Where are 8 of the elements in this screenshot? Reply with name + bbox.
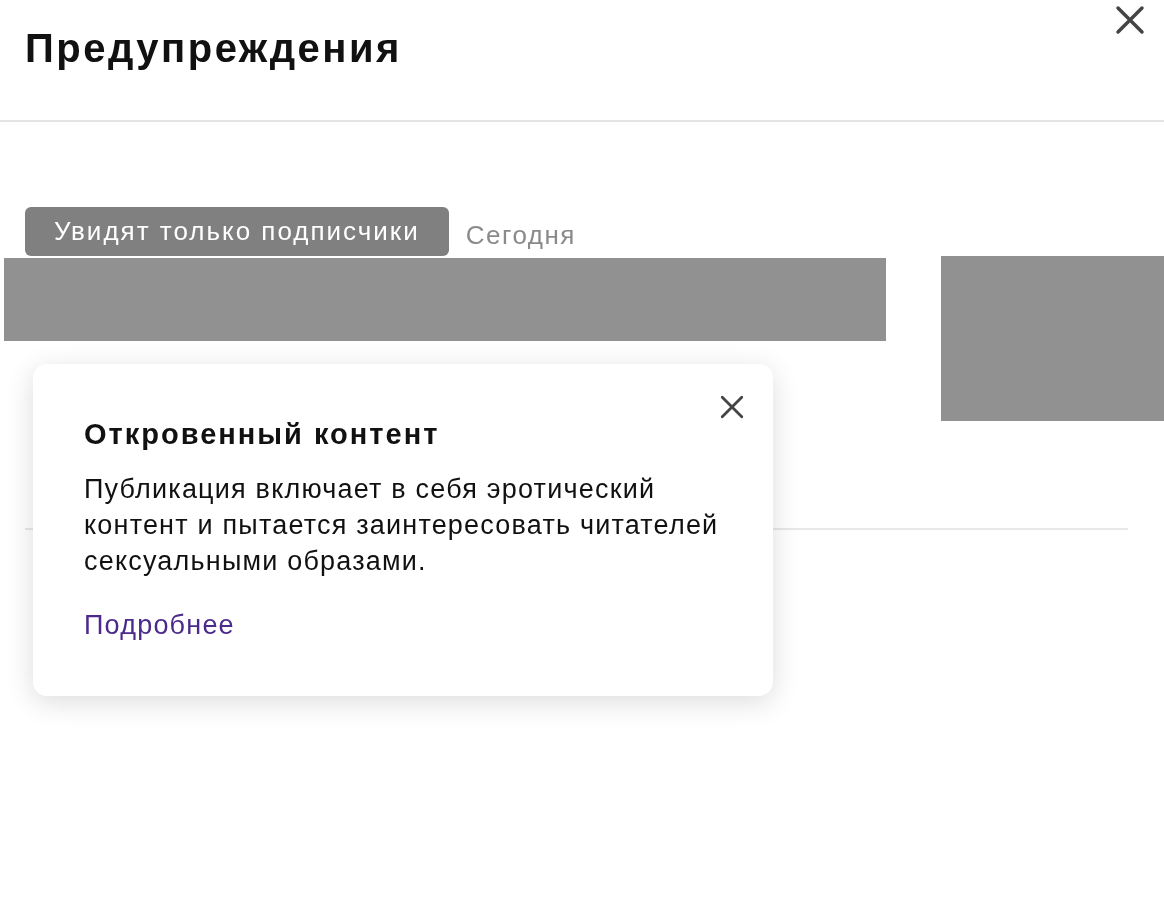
audience-badge: Увидят только подписчики xyxy=(25,206,449,256)
popup-text: Публикация включает в себя эротический контент и пытается заинтересовать читателей сексуальными образами. xyxy=(84,473,720,578)
popup-title: Откровенный контент xyxy=(84,418,441,451)
more-link[interactable]: Подробнее xyxy=(84,610,235,641)
close-icon xyxy=(719,394,745,420)
post-date: Сегодня xyxy=(465,219,576,251)
dialog-title: Предупреждения xyxy=(25,26,402,71)
close-icon xyxy=(1114,4,1146,36)
